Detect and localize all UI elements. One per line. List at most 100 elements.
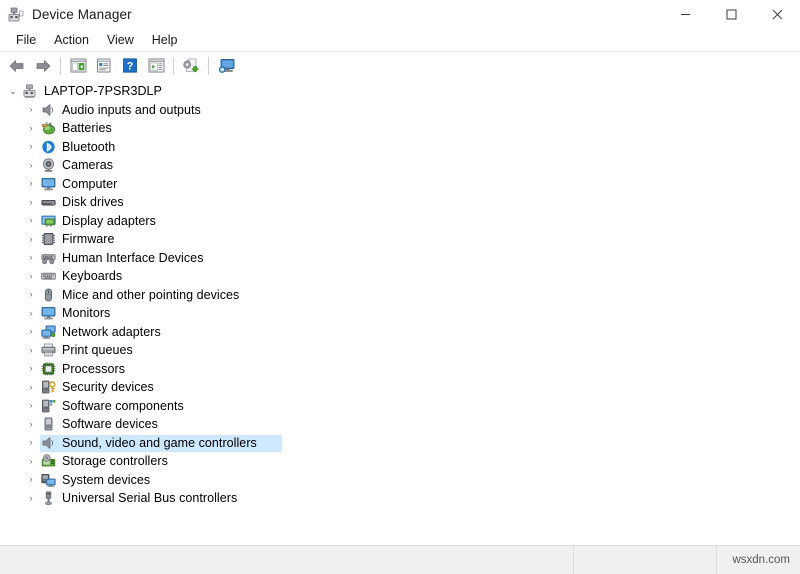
tree-item-row[interactable]: › Sound, video and game controllers xyxy=(0,434,800,453)
help-icon: ? xyxy=(122,58,138,73)
tree-item-row[interactable]: › Audio inputs and outputs xyxy=(0,101,800,120)
device-manager-icon xyxy=(8,7,24,23)
tree-item-row[interactable]: › Network adapters xyxy=(0,323,800,342)
chevron-right-icon[interactable]: › xyxy=(23,364,39,373)
tree-root-label: LAPTOP-7PSR3DLP xyxy=(44,84,162,99)
firmware-chip-icon xyxy=(39,231,57,247)
mouse-icon xyxy=(39,287,57,303)
chevron-right-icon[interactable]: › xyxy=(23,253,39,262)
minimize-button[interactable] xyxy=(662,0,708,29)
chevron-right-icon[interactable]: › xyxy=(23,475,39,484)
tree-item-row[interactable]: › Monitors xyxy=(0,304,800,323)
tree-item-label: Sound, video and game controllers xyxy=(62,435,257,450)
storage-controller-icon xyxy=(39,453,57,469)
svg-text:?: ? xyxy=(127,60,134,72)
display-adapter-icon xyxy=(39,213,57,229)
chevron-right-icon[interactable]: › xyxy=(23,105,39,114)
maximize-button[interactable] xyxy=(708,0,754,29)
tree-item-row[interactable]: › System devices xyxy=(0,471,800,490)
close-button[interactable] xyxy=(754,0,800,29)
tree-item-row[interactable]: › Human Interface Devices xyxy=(0,249,800,268)
device-tree[interactable]: ⌄ LAPTOP-7PSR3DLP › Audio inputs and outp… xyxy=(0,79,800,545)
status-segment-3: wsxdn.com xyxy=(717,546,800,574)
window-title: Device Manager xyxy=(32,7,132,22)
monitor-icon xyxy=(39,176,57,192)
show-action-pane-button[interactable] xyxy=(143,54,169,78)
tree-item-label: Keyboards xyxy=(62,269,123,284)
processor-icon xyxy=(39,361,57,377)
chevron-right-icon[interactable]: › xyxy=(23,438,39,447)
tree-item-label: Processors xyxy=(62,361,126,376)
chevron-right-icon[interactable]: › xyxy=(23,345,39,355)
chevron-right-icon[interactable]: › xyxy=(23,290,39,299)
camera-icon xyxy=(39,157,57,173)
tree-item-row[interactable]: › Security devices xyxy=(0,378,800,397)
chevron-right-icon[interactable]: › xyxy=(23,327,39,336)
tree-item-row[interactable]: › Batteries xyxy=(0,119,800,138)
scan-hardware-icon xyxy=(217,58,235,74)
chevron-right-icon[interactable]: › xyxy=(23,308,39,318)
tree-item-row[interactable]: › Keyboards xyxy=(0,267,800,286)
tree-root-row[interactable]: ⌄ LAPTOP-7PSR3DLP xyxy=(0,82,800,101)
chevron-down-icon[interactable]: ⌄ xyxy=(5,86,21,96)
tree-item-row[interactable]: › Display adapters xyxy=(0,212,800,231)
tree-item-label: Mice and other pointing devices xyxy=(62,287,240,302)
forward-button[interactable] xyxy=(30,54,56,78)
tree-item-row[interactable]: › Universal Serial Bus controllers xyxy=(0,489,800,508)
help-button[interactable]: ? xyxy=(117,54,143,78)
show-console-tree-button[interactable] xyxy=(65,54,91,78)
speaker-icon xyxy=(39,435,57,451)
menu-view[interactable]: View xyxy=(98,31,143,49)
tree-item-row[interactable]: › Software devices xyxy=(0,415,800,434)
security-device-icon xyxy=(39,379,57,395)
tree-item-row[interactable]: › Firmware xyxy=(0,230,800,249)
monitor-icon xyxy=(39,305,57,321)
status-segment-2 xyxy=(574,546,717,574)
chevron-right-icon[interactable]: › xyxy=(23,419,39,429)
tree-item-label: Security devices xyxy=(62,380,154,395)
tree-item-row[interactable]: › Print queues xyxy=(0,341,800,360)
tree-item-label: Cameras xyxy=(62,158,114,173)
console-tree-icon xyxy=(70,58,87,73)
chevron-right-icon[interactable]: › xyxy=(23,234,39,244)
tree-item-row[interactable]: › Computer xyxy=(0,175,800,194)
tree-item-row[interactable]: › Software components xyxy=(0,397,800,416)
tree-item-label: Network adapters xyxy=(62,324,161,339)
tree-item-label: Software components xyxy=(62,398,184,413)
action-pane-icon xyxy=(148,58,165,73)
tree-item-label: Monitors xyxy=(62,306,111,321)
chevron-right-icon[interactable]: › xyxy=(23,197,39,207)
tree-item-label: Firmware xyxy=(62,232,115,247)
chevron-right-icon[interactable]: › xyxy=(23,493,39,503)
menu-bar: File Action View Help xyxy=(0,29,800,52)
disk-drive-icon xyxy=(39,194,57,210)
tree-item-row[interactable]: › Mice and other pointing devices xyxy=(0,286,800,305)
properties-button[interactable] xyxy=(91,54,117,78)
tree-item-row[interactable]: › Processors xyxy=(0,360,800,379)
system-device-icon xyxy=(39,472,57,488)
tree-item-row[interactable]: › Bluetooth xyxy=(0,138,800,157)
tree-item-label: Human Interface Devices xyxy=(62,250,204,265)
tree-item-label: Software devices xyxy=(62,417,158,432)
chevron-right-icon[interactable]: › xyxy=(23,382,39,392)
chevron-right-icon[interactable]: › xyxy=(23,123,39,133)
chevron-right-icon[interactable]: › xyxy=(23,271,39,281)
chevron-right-icon[interactable]: › xyxy=(23,179,39,188)
tree-item-row[interactable]: › Cameras xyxy=(0,156,800,175)
chevron-right-icon[interactable]: › xyxy=(23,401,39,410)
back-arrow-icon xyxy=(8,58,26,74)
chevron-right-icon[interactable]: › xyxy=(23,216,39,225)
scan-hardware-button[interactable] xyxy=(213,54,239,78)
tree-item-row[interactable]: › Disk drives xyxy=(0,193,800,212)
chevron-right-icon[interactable]: › xyxy=(23,456,39,466)
tree-item-label: Batteries xyxy=(62,121,112,136)
menu-file[interactable]: File xyxy=(7,31,45,49)
status-segment-1 xyxy=(0,546,574,574)
menu-action[interactable]: Action xyxy=(45,31,98,49)
tree-item-row[interactable]: › Storage controllers xyxy=(0,452,800,471)
update-driver-button[interactable] xyxy=(178,54,204,78)
chevron-right-icon[interactable]: › xyxy=(23,142,39,151)
chevron-right-icon[interactable]: › xyxy=(23,160,39,170)
back-button[interactable] xyxy=(4,54,30,78)
menu-help[interactable]: Help xyxy=(143,31,187,49)
